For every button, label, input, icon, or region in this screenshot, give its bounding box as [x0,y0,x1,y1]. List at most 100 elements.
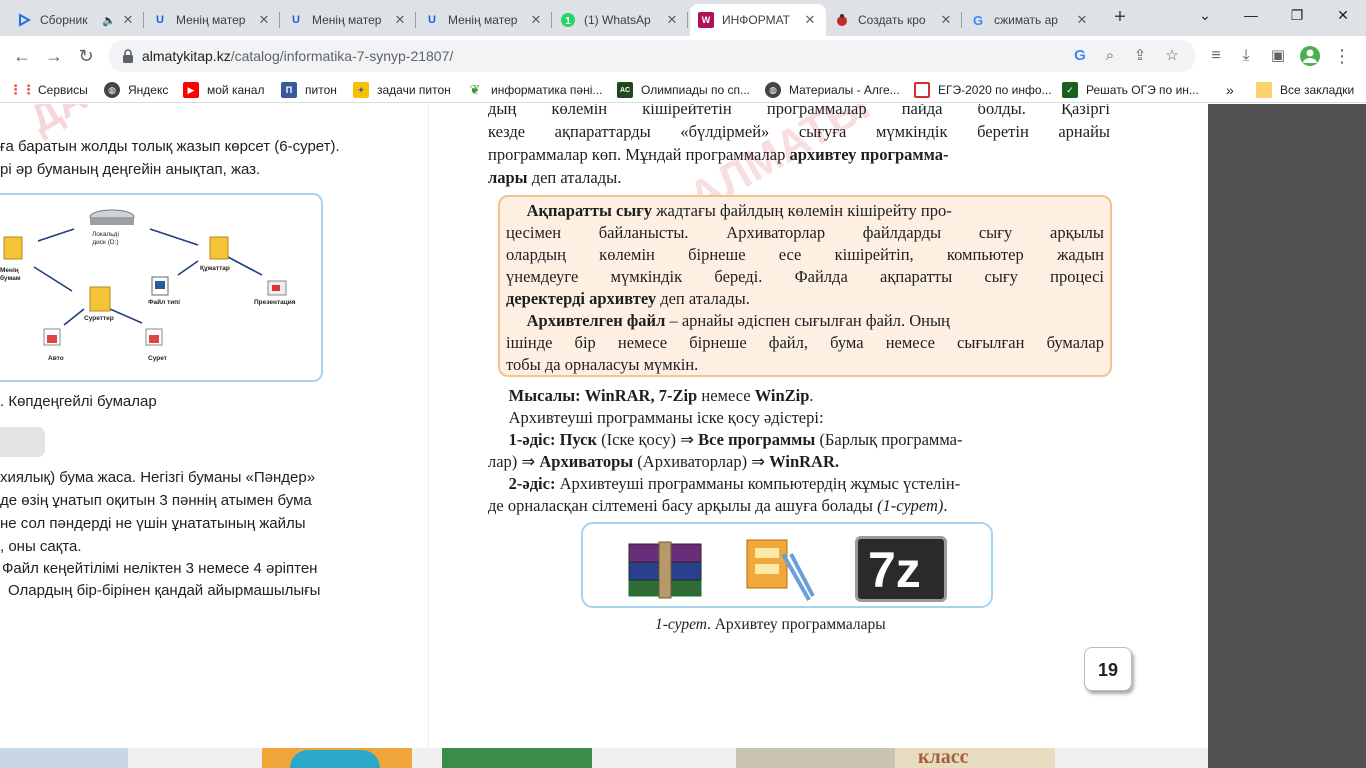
diagram-label: Файл типі [148,299,181,306]
close-icon[interactable]: ✕ [392,12,408,28]
reload-button[interactable]: ↻ [72,42,100,70]
tab-1[interactable]: Сборник 🔈 ✕ [8,4,144,36]
python-icon: ✦ [353,82,369,98]
tab-search-icon[interactable]: ⌄ [1182,0,1228,32]
bookmark-icon: П [281,82,297,98]
bookmark-olympiads[interactable]: AC Олимпиады по сп... [617,80,750,100]
text-line: тобы да орналасуы мүмкін. [506,355,699,374]
bookmarks-overflow-button[interactable]: » [1226,80,1234,100]
tab-2[interactable]: U Менің матер ✕ [144,4,280,36]
close-icon[interactable]: ✕ [938,12,954,28]
close-window-button[interactable]: ✕ [1320,0,1366,32]
close-icon[interactable]: ✕ [664,12,680,28]
thumbnail-strip: класс [0,748,1208,768]
tab-3[interactable]: U Менің матер ✕ [280,4,416,36]
image-file-icon [43,328,61,346]
winzip-icon [746,539,815,601]
restore-button[interactable]: ❐ [1274,0,1320,32]
globe-icon: ◍ [104,82,120,98]
bookmark-python-tasks[interactable]: ✦ задачи питон [353,80,451,100]
minimize-button[interactable]: — [1228,0,1274,32]
speaker-icon[interactable]: 🔈 [102,14,116,27]
diagram-label: Құжаттар [200,265,230,272]
tab-7[interactable]: Создать кро ✕ [826,4,962,36]
svg-text:ДАЙЫН: ДАЙЫН [22,104,179,142]
back-button[interactable]: ← [8,42,36,70]
folder-icon [1256,82,1272,98]
u-icon: U [156,14,164,26]
close-icon[interactable]: ✕ [1074,12,1090,28]
text-line: дың көлемін кішірейтетін программалар па… [488,104,1110,118]
tab-strip: Сборник 🔈 ✕ U Менің матер ✕ U Менің мате… [0,0,1366,36]
new-tab-button[interactable]: + [1108,6,1132,30]
text-line: деректерді архивтеу деп аталады. [506,289,750,308]
left-text-line: рі әр буманың деңгейін анықтап, жаз. [0,161,261,178]
folder-tree-diagram: Локальді диск (D:) Менің бумам Құжаттар … [0,193,323,382]
share-icon[interactable]: ⇪ [1128,44,1152,68]
figure-caption: 1-сурет. Архивтеу программалары [655,616,886,633]
definition-box: Ақпаратты сығу жадтағы файлдың көлемін к… [498,195,1112,377]
download-icon[interactable]: ⤓ [1232,42,1260,70]
left-paragraph-line: Олардың бір-бірінен қандай айырмашылығы [8,582,321,599]
forward-button[interactable]: → [40,42,68,70]
play-icon [16,12,32,28]
tab-5[interactable]: 1 (1) WhatsAp ✕ [552,4,688,36]
book-viewer: ДАЙЫН АЛМАТЫ ға баратын жолды толық жазы… [0,104,1208,748]
image-file-icon [145,328,163,346]
address-bar[interactable]: almatykitap.kz/catalog/informatika-7-syn… [108,40,1196,72]
text-line: кезде ақпараттарды «бүлдірмей» сығуға мү… [488,122,1110,141]
globe-icon: ◍ [765,82,781,98]
close-icon[interactable]: ✕ [120,12,136,28]
url-text[interactable]: almatykitap.kz/catalog/informatika-7-syn… [142,48,453,64]
google-lens-icon[interactable]: G [1068,44,1092,68]
text-line: лары деп аталады. [488,168,622,187]
bookmark-services[interactable]: ⋮⋮ Сервисы [9,80,88,100]
menu-icon[interactable]: ⋮ [1328,42,1356,70]
text-line: Мысалы: WinRAR, 7-Zip немесе WinZip. [508,386,814,405]
folder-icon [209,236,229,260]
task-label [0,427,45,457]
tab-8[interactable]: G сжимать ар ✕ [962,4,1098,36]
left-paragraph-line: Файл кеңейтілімі неліктен 3 немесе 4 əрі… [2,560,318,577]
word-file-icon [151,276,169,296]
winrar-icon [628,541,702,599]
tab-6-active[interactable]: W ИНФОРМАТ ✕ [690,4,826,36]
diagram-label: Локальді диск (D:) [92,231,119,246]
apps-icon: ⋮⋮ [9,82,35,97]
bookmark-ege[interactable]: ЕГЭ-2020 по инфо... [914,80,1052,100]
presentation-file-icon [267,280,287,296]
folder-icon [89,286,111,312]
side-panel-icon[interactable]: ▣ [1264,42,1292,70]
text-line: цесімен байланысты. Архиваторлар файлдар… [506,223,1104,242]
tab-title: Сборник [40,13,88,27]
left-paragraph-line: , оны сақта. [0,538,82,555]
folder-icon [3,236,23,260]
bookmark-yandex[interactable]: ◍ Яндекс [104,80,168,100]
avatar[interactable] [1296,42,1324,70]
bookmark-my-channel[interactable]: ▶ мой канал [183,80,264,100]
close-icon[interactable]: ✕ [256,12,272,28]
all-bookmarks-button[interactable]: Все закладки [1256,80,1354,100]
square-icon [914,82,930,98]
close-icon[interactable]: ✕ [528,12,544,28]
svg-text:1: 1 [565,16,571,27]
thumbnail-label[interactable]: класс [918,748,969,768]
text-line: 1-əдіс: Пуск (Іске қосу) ⇒ Все программы… [508,430,963,449]
close-icon[interactable]: ✕ [802,12,818,28]
text-line: олардың көлемін бірнеше есе кішірейтіп, … [506,245,1104,264]
reading-list-icon[interactable]: ≡ [1202,42,1230,70]
bookmark-materials[interactable]: ◍ Материалы - Алге... [765,80,900,100]
text-line: лар) ⇒ Архиваторы (Архиваторлар) ⇒ WinRA… [488,452,840,471]
bookmark-informatics[interactable]: ❦ информатика пəні... [467,80,603,100]
tab-title: Менің матер [176,13,246,27]
tab-4[interactable]: U Менің матер ✕ [416,4,552,36]
viewer-background [1208,104,1366,768]
bookmark-python[interactable]: Ппитон [281,80,337,100]
leaf-icon: ❦ [469,82,481,97]
zoom-icon[interactable]: ⌕ [1098,44,1122,68]
bookmark-oge[interactable]: ✓ Решать ОГЭ по ин... [1062,80,1199,100]
star-icon[interactable]: ☆ [1160,44,1184,68]
tab-title: ИНФОРМАТ [722,13,791,27]
lock-icon[interactable] [120,48,136,64]
browser-toolbar: ← → ↻ almatykitap.kz/catalog/informatika… [0,36,1366,76]
